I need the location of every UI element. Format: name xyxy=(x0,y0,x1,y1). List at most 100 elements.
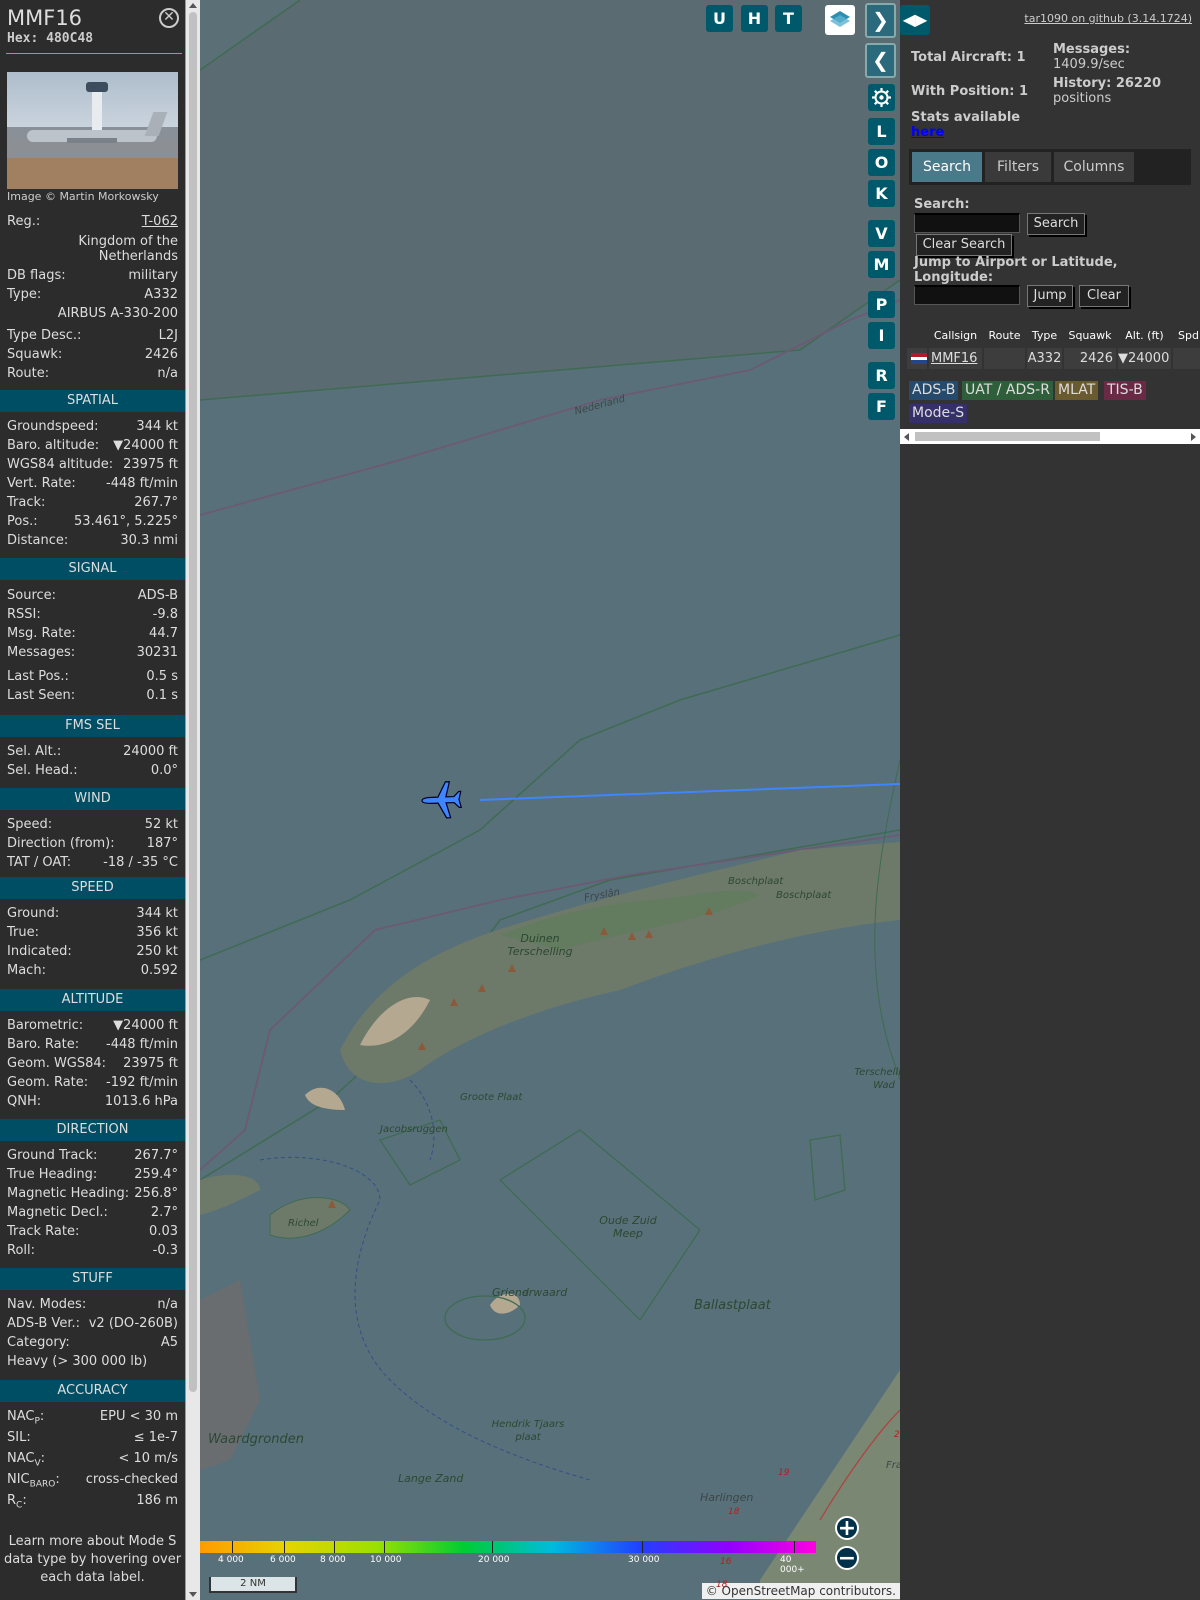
altitude-tick-label: 8 000 xyxy=(320,1555,346,1565)
section-header-fms[interactable]: FMS SEL xyxy=(0,715,185,737)
altitude-tick-label: 10 000 xyxy=(370,1555,402,1565)
zoom-in-button[interactable]: + xyxy=(835,1516,859,1540)
jump-input[interactable] xyxy=(914,285,1020,305)
map-label-4: Boschplaat xyxy=(776,890,832,901)
col-squawk[interactable]: Squawk xyxy=(1064,325,1117,347)
info-label: Last Seen: xyxy=(7,688,76,703)
tab-filters[interactable]: Filters xyxy=(985,152,1051,182)
info-label: ADS-B Ver.: xyxy=(7,1316,80,1331)
layers-icon[interactable] xyxy=(825,5,855,35)
search-input[interactable] xyxy=(914,213,1020,233)
section-header-spatial[interactable]: SPATIAL xyxy=(0,390,185,412)
info-row-direction-0: Ground Track: 267.7° xyxy=(7,1148,178,1167)
sidebar-scrollbar[interactable] xyxy=(185,0,200,1600)
legend-badge-3: TIS-B xyxy=(1104,381,1146,400)
map-button-p[interactable]: P xyxy=(868,291,895,318)
jump-label: Jump to Airport or Latitude, Longitude: xyxy=(914,255,1118,285)
stats-link[interactable]: here xyxy=(911,125,944,140)
legend-badge-0: ADS-B xyxy=(909,381,959,400)
aircraft-list-panel: ◀▶ tar1090 on github (3.14.1724) Total A… xyxy=(900,0,1200,1600)
col-speed[interactable]: Spd xyxy=(1173,325,1200,347)
info-row-accuracy-4: RC: 186 m xyxy=(7,1493,178,1512)
section-header-speed[interactable]: SPEED xyxy=(0,877,185,899)
col-altitude[interactable]: Alt. (ft) xyxy=(1118,325,1172,347)
aircraft-marker[interactable] xyxy=(421,781,463,819)
altitude-scale-tick xyxy=(642,1541,643,1553)
info-label: SIL: xyxy=(7,1430,31,1445)
aircraft-photo[interactable] xyxy=(7,72,178,189)
expand-panel-button[interactable]: ❯ xyxy=(865,3,896,38)
tab-search[interactable]: Search xyxy=(912,152,982,182)
close-icon[interactable]: ✕ xyxy=(159,8,179,28)
info-label: Category: xyxy=(7,1335,70,1350)
info-value: 187° xyxy=(146,836,178,851)
info-row-altitude-4: QNH: 1013.6 hPa xyxy=(7,1094,178,1113)
info-value: -0.3 xyxy=(152,1243,178,1258)
clear-search-button[interactable]: Clear Search xyxy=(916,234,1012,256)
col-route[interactable]: Route xyxy=(984,325,1026,347)
github-link[interactable]: tar1090 on github (3.14.1724) xyxy=(1024,12,1192,25)
col-callsign[interactable]: Callsign xyxy=(929,325,983,347)
info-label: Groundspeed: xyxy=(7,419,99,434)
row-callsign[interactable]: MMF16 xyxy=(929,348,983,369)
map-button-o[interactable]: O xyxy=(868,149,895,176)
info-value: 53.461°, 5.225° xyxy=(74,514,178,529)
flag-icon xyxy=(907,348,928,369)
map-button-v[interactable]: V xyxy=(868,220,895,247)
registration-link[interactable]: T-062 xyxy=(142,214,178,229)
collapse-panel-button[interactable]: ❮ xyxy=(865,43,896,78)
col-type[interactable]: Type xyxy=(1027,325,1063,347)
map-button-k[interactable]: K xyxy=(868,180,895,207)
map-button-f[interactable]: F xyxy=(868,393,895,420)
section-header-altitude[interactable]: ALTITUDE xyxy=(0,989,185,1011)
map-button-l[interactable]: L xyxy=(868,118,895,145)
info-value: ▼24000 ft xyxy=(113,438,178,453)
info-row-accuracy-2: NACV: < 10 m/s xyxy=(7,1451,178,1470)
map-button-t[interactable]: T xyxy=(775,5,802,32)
row-route xyxy=(984,348,1026,369)
info-row-wind-2: TAT / OAT: -18 / -35 °C xyxy=(7,855,178,874)
map-button-m[interactable]: M xyxy=(868,251,895,278)
road-number: 16 xyxy=(720,1557,732,1567)
map-attribution[interactable]: © OpenStreetMap contributors. xyxy=(701,1583,900,1599)
info-label: True Heading: xyxy=(7,1167,98,1182)
search-button[interactable]: Search xyxy=(1027,213,1085,235)
info-value: 259.4° xyxy=(134,1167,178,1182)
info-value: ≤ 1e-7 xyxy=(133,1430,178,1445)
jump-button[interactable]: Jump xyxy=(1027,285,1073,307)
gear-icon[interactable] xyxy=(868,84,895,111)
panel-toggle-button[interactable]: ◀▶ xyxy=(900,5,930,35)
map-label-12: Hendrik Tjaars plaat xyxy=(491,1419,565,1443)
info-label: Sel. Alt.: xyxy=(7,744,62,759)
section-header-direction[interactable]: DIRECTION xyxy=(0,1119,185,1141)
info-row-spatial-2: WGS84 altitude: 23975 ft xyxy=(7,457,178,476)
aircraft-info-sidebar: MMF16 Hex: 480C48 ✕ Image © Martin Morko… xyxy=(0,0,185,1600)
info-row-spatial-1: Baro. altitude: ▼24000 ft xyxy=(7,438,178,457)
section-header-signal[interactable]: SIGNAL xyxy=(0,558,185,580)
section-header-wind[interactable]: WIND xyxy=(0,788,185,810)
map-label-13: Waardgronden xyxy=(208,1432,304,1447)
col-flag[interactable] xyxy=(907,325,928,347)
info-value: 267.7° xyxy=(134,1148,178,1163)
map-button-u[interactable]: U xyxy=(706,5,733,32)
map-view[interactable]: Nederland Fryslân Duinen Terschelling Bosch… xyxy=(200,0,900,1600)
messages-label: Messages: xyxy=(1053,42,1131,57)
map-label-14: Lange Zand xyxy=(398,1472,464,1485)
table-horizontal-scrollbar[interactable] xyxy=(900,429,1200,444)
altitude-tick-label: 4 000 xyxy=(218,1555,244,1565)
map-button-h[interactable]: H xyxy=(741,5,768,32)
info-row-typename: AIRBUS A-330-200 xyxy=(57,306,178,321)
info-row-signal-0: Source: ADS-B xyxy=(7,588,178,607)
info-row-direction-3: Magnetic Decl.: 2.7° xyxy=(7,1205,178,1224)
section-header-accuracy[interactable]: ACCURACY xyxy=(0,1380,185,1402)
sidebar-footer-hint: Learn more about Mode S data type by hov… xyxy=(3,1534,182,1585)
section-header-stuff[interactable]: STUFF xyxy=(0,1268,185,1290)
info-label: True: xyxy=(7,925,39,940)
clear-button[interactable]: Clear xyxy=(1079,285,1129,307)
map-button-r[interactable]: R xyxy=(868,362,895,389)
info-row-spatial-0: Groundspeed: 344 kt xyxy=(7,419,178,438)
tab-columns[interactable]: Columns xyxy=(1054,152,1134,182)
info-row-typedesc: Type Desc.: L2J xyxy=(7,328,178,343)
zoom-out-button[interactable]: − xyxy=(835,1546,859,1570)
map-button-i[interactable]: I xyxy=(868,322,895,349)
